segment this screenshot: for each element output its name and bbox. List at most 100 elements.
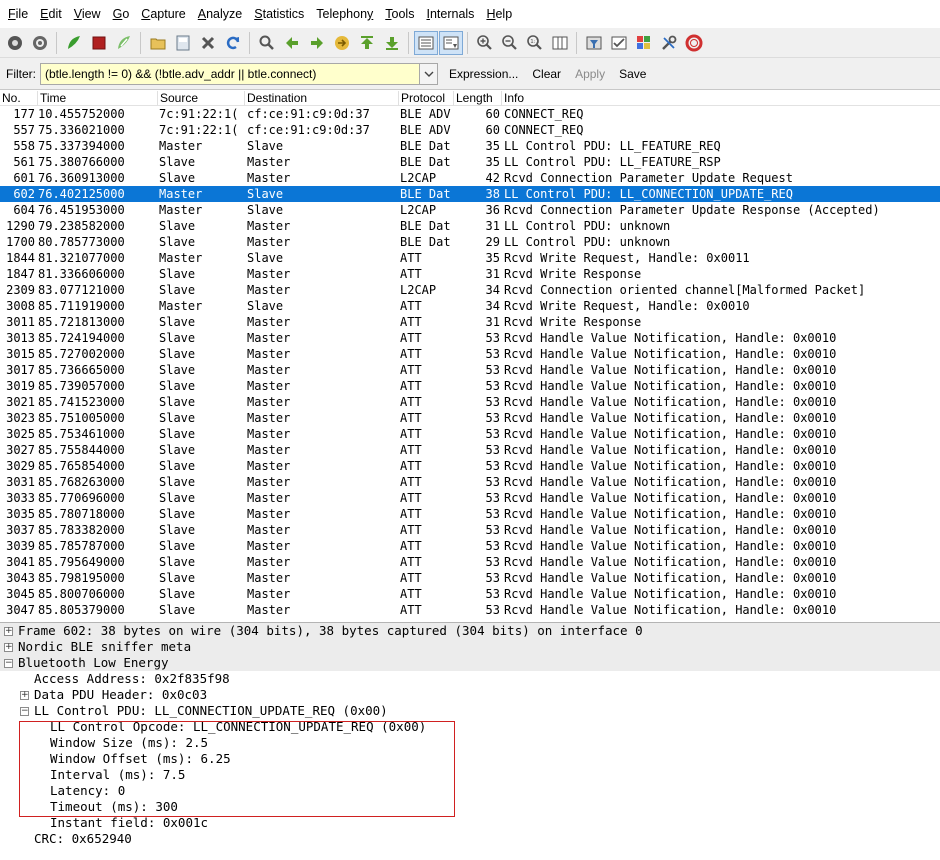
expand-icon[interactable]: + (4, 627, 13, 636)
table-row[interactable]: 3031 85.768263000 Slave Master ATT 53 Rcvd Han… (0, 474, 940, 490)
interface-list-button[interactable] (3, 31, 27, 55)
column-header-no[interactable]: No. (0, 91, 37, 106)
table-row[interactable]: 3039 85.785787000 Slave Master ATT 53 Rcvd Han… (0, 538, 940, 554)
table-row[interactable]: 3045 85.800706000 Slave Master ATT 53 Rcvd Han… (0, 586, 940, 602)
close-file-button[interactable] (196, 31, 220, 55)
column-header-time[interactable]: Time (37, 91, 157, 106)
table-row[interactable]: 3047 85.805379000 Slave Master ATT 53 Rcvd Han… (0, 602, 940, 618)
menu-statistics[interactable]: Statistics (248, 0, 310, 28)
table-row[interactable]: 3021 85.741523000 Slave Master ATT 53 Rcvd Han… (0, 394, 940, 410)
table-row[interactable]: 1847 81.336606000 Slave Master ATT 31 Rcvd Wri… (0, 266, 940, 282)
table-row[interactable]: 3043 85.798195000 Slave Master ATT 53 Rcvd Han… (0, 570, 940, 586)
table-row[interactable]: 1844 81.321077000 Master Slave ATT 35 Rcvd Wri… (0, 250, 940, 266)
detail-tree-item[interactable]: + Nordic BLE sniffer meta (0, 639, 940, 655)
table-row[interactable]: 3041 85.795649000 Slave Master ATT 53 Rcvd Han… (0, 554, 940, 570)
menu-view[interactable]: View (68, 0, 107, 28)
go-last-button[interactable] (380, 31, 404, 55)
menu-internals[interactable]: Internals (420, 0, 480, 28)
resize-columns-button[interactable] (548, 31, 572, 55)
capture-options-button[interactable] (28, 31, 52, 55)
table-row[interactable]: 177 10.455752000 7c:91:22:1(cf:ce:91:c9:0d… (0, 106, 940, 122)
column-header-length[interactable]: Length (453, 91, 501, 106)
go-first-icon (360, 35, 373, 49)
column-header-protocol[interactable]: Protocol (398, 91, 453, 106)
column-header-destination[interactable]: Destination (244, 91, 398, 106)
preferences-button[interactable] (657, 31, 681, 55)
table-row[interactable]: 3011 85.721813000 Slave Master ATT 31 Rcvd Wri… (0, 314, 940, 330)
table-row[interactable]: 3023 85.751005000 Slave Master ATT 53 Rcvd Han… (0, 410, 940, 426)
table-row[interactable]: 561 75.380766000 Slave Master BLE Dat 35 LL Co… (0, 154, 940, 170)
menu-go[interactable]: Go (107, 0, 136, 28)
table-row[interactable]: 3019 85.739057000 Slave Master ATT 53 Rcvd Han… (0, 378, 940, 394)
capture-filters-button[interactable] (582, 31, 606, 55)
table-row[interactable]: 3027 85.755844000 Slave Master ATT 53 Rcvd Han… (0, 442, 940, 458)
start-capture-button[interactable] (62, 31, 86, 55)
table-row[interactable]: 1290 79.238582000 Slave Master BLE Dat 31 LL C… (0, 218, 940, 234)
table-row[interactable]: 2309 83.077121000 Slave Master L2CAP 34 Rcvd C… (0, 282, 940, 298)
open-file-button[interactable] (146, 31, 170, 55)
go-to-packet-button[interactable] (330, 31, 354, 55)
cell-proto: L2CAP (400, 171, 437, 185)
normal-size-button[interactable]: 1:1 (523, 31, 547, 55)
restart-capture-button[interactable] (112, 31, 136, 55)
detail-tree-item[interactable]: + Frame 602: 38 bytes on wire (304 bits),… (0, 623, 940, 639)
table-row-selected[interactable]: 602 76.402125000 Master Slave BLE Dat 38 LL Co… (0, 186, 940, 202)
cell-src: Slave (159, 235, 196, 249)
go-forward-button[interactable] (305, 31, 329, 55)
menu-tools[interactable]: Tools (379, 0, 420, 28)
filter-dropdown-button[interactable] (420, 62, 438, 85)
collapse-icon[interactable]: − (4, 659, 13, 668)
apply-button[interactable]: Apply (568, 67, 612, 81)
help-button[interactable] (682, 31, 706, 55)
display-filter-input[interactable]: (btle.length != 0) && (!btle.adv_addr ||… (40, 62, 420, 85)
table-row[interactable]: 3017 85.736665000 Slave Master ATT 53 Rcvd Han… (0, 362, 940, 378)
detail-tree-item[interactable]: + Data PDU Header: 0x0c03 (0, 687, 940, 703)
table-row[interactable]: 558 75.337394000 Master Slave BLE Dat 35 LL Co… (0, 138, 940, 154)
auto-scroll-button[interactable] (438, 30, 463, 55)
find-packet-button[interactable] (255, 31, 279, 55)
menu-telephony[interactable]: Telephony (310, 0, 379, 28)
column-header-info[interactable]: Info (501, 91, 940, 106)
stop-capture-button[interactable] (87, 31, 111, 55)
expand-icon[interactable]: + (20, 691, 29, 700)
table-row[interactable]: 3015 85.727002000 Slave Master ATT 53 Rcvd Han… (0, 346, 940, 362)
menu-edit[interactable]: Edit (34, 0, 68, 28)
colorize-button[interactable] (413, 30, 438, 55)
detail-tree-item[interactable]: Instant field: 0x001c (0, 815, 940, 831)
go-first-button[interactable] (355, 31, 379, 55)
detail-tree-item[interactable]: Access Address: 0x2f835f98 (0, 671, 940, 687)
detail-tree-item[interactable]: − LL Control PDU: LL_CONNECTION_UPDATE_RE… (0, 703, 940, 719)
menu-file[interactable]: File (2, 0, 34, 28)
reload-button[interactable] (221, 31, 245, 55)
expression-button[interactable]: Expression... (442, 67, 525, 81)
go-back-button[interactable] (280, 31, 304, 55)
table-row[interactable]: 557 75.336021000 7c:91:22:1(cf:ce:91:c9:0d… (0, 122, 940, 138)
cell-src: Slave (159, 347, 196, 361)
table-row[interactable]: 3035 85.780718000 Slave Master ATT 53 Rcvd Han… (0, 506, 940, 522)
table-row[interactable]: 3033 85.770696000 Slave Master ATT 53 Rcvd Han… (0, 490, 940, 506)
table-row[interactable]: 3025 85.753461000 Slave Master ATT 53 Rcvd Han… (0, 426, 940, 442)
save-file-button[interactable] (171, 31, 195, 55)
zoom-in-button[interactable] (473, 31, 497, 55)
detail-tree-item[interactable]: CRC: 0x652940 (0, 831, 940, 847)
zoom-out-button[interactable] (498, 31, 522, 55)
menu-help[interactable]: Help (480, 0, 518, 28)
table-row[interactable]: 3008 85.711919000 Master Slave ATT 34 Rcvd Wri… (0, 298, 940, 314)
cell-len: 53 (485, 475, 500, 489)
expand-icon[interactable]: + (4, 643, 13, 652)
table-row[interactable]: 1700 80.785773000 Slave Master BLE Dat 29 LL C… (0, 234, 940, 250)
table-row[interactable]: 3013 85.724194000 Slave Master ATT 53 Rcvd Han… (0, 330, 940, 346)
clear-button[interactable]: Clear (525, 67, 568, 81)
table-row[interactable]: 3037 85.783382000 Slave Master ATT 53 Rcvd Han… (0, 522, 940, 538)
detail-tree-item[interactable]: − Bluetooth Low Energy (0, 655, 940, 671)
column-header-source[interactable]: Source (157, 91, 244, 106)
coloring-rules-button[interactable] (632, 31, 656, 55)
collapse-icon[interactable]: − (20, 707, 29, 716)
save-button[interactable]: Save (612, 67, 653, 81)
table-row[interactable]: 3029 85.765854000 Slave Master ATT 53 Rcvd Han… (0, 458, 940, 474)
menu-capture[interactable]: Capture (135, 0, 191, 28)
table-row[interactable]: 601 76.360913000 Slave Master L2CAP 42 Rcvd Co… (0, 170, 940, 186)
menu-analyze[interactable]: Analyze (192, 0, 248, 28)
table-row[interactable]: 604 76.451953000 Master Slave L2CAP 36 Rcvd Co… (0, 202, 940, 218)
display-filters-button[interactable] (607, 31, 631, 55)
